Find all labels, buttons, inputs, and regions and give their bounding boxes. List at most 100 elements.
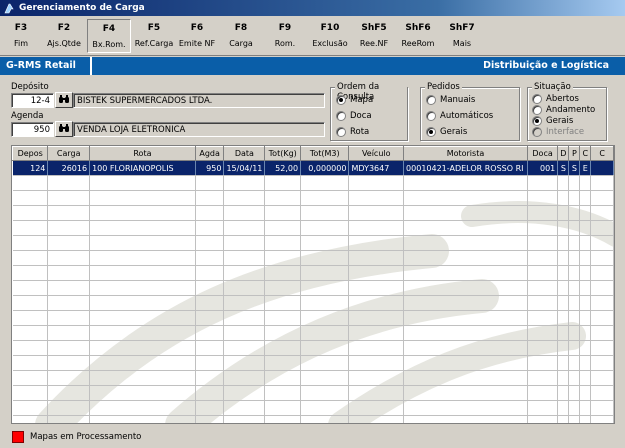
status-bar: Mapas em Processamento [0, 426, 625, 448]
function-key-toolbar: F3 Fim F2 Ajs.Qtde F4 Bx.Rom. F5 Ref.Carga F… [0, 17, 625, 56]
radio-label: Abertos [546, 94, 579, 104]
table-row[interactable] [12, 235, 614, 251]
toolbar-button-fim[interactable]: F3 Fim [0, 19, 42, 53]
table-row[interactable] [12, 400, 614, 416]
table-row[interactable] [12, 265, 614, 281]
column-header-tot-m3[interactable]: Tot(M3) [300, 146, 350, 161]
button-label: Emite NF [178, 39, 216, 48]
key-label: ShF6 [405, 23, 431, 33]
cell-veiculo: MDY3647 [348, 160, 405, 176]
table-row[interactable] [12, 280, 614, 296]
radio-pedidos-gerais[interactable]: Gerais [426, 127, 467, 137]
column-header-rota[interactable]: Rota [89, 146, 196, 161]
column-header-d[interactable]: D [557, 146, 570, 161]
table-row[interactable] [12, 295, 614, 311]
radio-pedidos-manuais[interactable]: Manuais [426, 95, 475, 105]
table-row[interactable] [12, 190, 614, 206]
situacao-group: Situação Abertos Andamento Gerais Interf… [527, 82, 607, 141]
cell-p: S [568, 160, 581, 176]
radio-dot [336, 127, 346, 137]
toolbar-button-carga[interactable]: F8 Carga [220, 19, 262, 53]
radio-situacao-gerais[interactable]: Gerais [532, 116, 573, 126]
column-header-c2[interactable]: C [590, 146, 614, 161]
table-row[interactable] [12, 385, 614, 401]
ordem-consulta-group: Ordem da Consulta Mapa Doca Rota [330, 82, 408, 141]
table-row[interactable] [12, 325, 614, 341]
key-label: F8 [234, 23, 248, 33]
binoculars-icon [58, 123, 70, 135]
button-label: Rom. [274, 39, 296, 48]
cell-tot-m3: 0,000000 [300, 160, 350, 176]
cell-d: S [557, 160, 570, 176]
toolbar-button-bx-rom[interactable]: F4 Bx.Rom. [87, 19, 131, 53]
button-label: Mais [452, 39, 472, 48]
column-header-veiculo[interactable]: Veículo [348, 146, 405, 161]
binoculars-icon [58, 94, 70, 106]
toolbar-button-rom[interactable]: F9 Rom. [264, 19, 306, 53]
table-row[interactable]: 124 26016 100 FLORIANOPOLIS 950 15/04/11… [12, 160, 614, 176]
toolbar-button-mais[interactable]: ShF7 Mais [441, 19, 483, 53]
header-band: G-RMS Retail Distribuição e Logística [0, 57, 625, 75]
window-title: Gerenciamento de Carga [19, 3, 145, 13]
table-row[interactable] [12, 310, 614, 326]
column-header-depos[interactable]: Depos [12, 146, 49, 161]
radio-pedidos-automaticos[interactable]: Automáticos [426, 111, 493, 121]
legend-swatch [12, 431, 24, 443]
radio-dot [336, 111, 346, 121]
table-row[interactable] [12, 340, 614, 356]
toolbar-button-ref-carga[interactable]: F5 Ref.Carga [132, 19, 176, 53]
column-header-p[interactable]: P [568, 146, 581, 161]
grid-header-row: Depos Carga Rota Agda Data Tot(Kg) Tot(M… [12, 146, 614, 161]
radio-ordem-mapa[interactable]: Mapa [336, 95, 373, 105]
column-header-data[interactable]: Data [223, 146, 266, 161]
column-header-motorista[interactable]: Motorista [403, 146, 528, 161]
cell-motorista: 00010421-ADELOR ROSSO RI [403, 160, 528, 176]
radio-label: Manuais [440, 95, 476, 105]
table-row[interactable] [12, 250, 614, 266]
table-row[interactable] [12, 370, 614, 386]
toolbar-button-ajs-qtde[interactable]: F2 Ajs.Qtde [43, 19, 85, 53]
radio-dot [532, 116, 542, 126]
cell-doca: 001 [527, 160, 559, 176]
radio-dot [426, 111, 436, 121]
key-label: F10 [320, 23, 340, 33]
pedidos-group: Pedidos Manuais Automáticos Gerais [420, 82, 520, 141]
radio-label: Doca [350, 111, 372, 121]
deposito-search-button[interactable] [55, 92, 73, 108]
agenda-search-button[interactable] [55, 121, 73, 137]
toolbar-button-emite-nf[interactable]: F6 Emite NF [176, 19, 218, 53]
deposito-code-field[interactable]: 12-4 [11, 93, 54, 108]
column-header-c[interactable]: C [579, 146, 592, 161]
radio-situacao-andamento[interactable]: Andamento [532, 105, 595, 115]
radio-ordem-doca[interactable]: Doca [336, 111, 372, 121]
radio-ordem-rota[interactable]: Rota [336, 127, 369, 137]
cell-data: 15/04/11 [223, 160, 266, 176]
table-row[interactable] [12, 205, 614, 221]
agenda-code-field[interactable]: 950 [11, 122, 54, 137]
column-header-doca[interactable]: Doca [526, 146, 559, 161]
column-header-tot-kg[interactable]: Tot(Kg) [264, 146, 302, 161]
table-row[interactable] [12, 220, 614, 236]
button-label: Carga [229, 39, 253, 48]
toolbar-button-reerom[interactable]: ShF6 ReeRom [397, 19, 439, 53]
column-header-carga[interactable]: Carga [47, 146, 91, 161]
toolbar-button-ree-nf[interactable]: ShF5 Ree.NF [353, 19, 395, 53]
table-row[interactable] [12, 355, 614, 371]
table-row[interactable] [12, 415, 614, 423]
column-header-agda[interactable]: Agda [194, 146, 225, 161]
radio-situacao-abertos[interactable]: Abertos [532, 94, 579, 104]
radio-label: Automáticos [440, 111, 494, 121]
pedidos-title: Pedidos [425, 82, 462, 92]
cell-agda: 950 [195, 160, 225, 176]
toolbar-button-exclusao[interactable]: F10 Exclusão [309, 19, 351, 53]
cell-carga: 26016 [47, 160, 91, 176]
legend-label: Mapas em Processamento [30, 432, 142, 442]
key-label: F6 [190, 23, 204, 33]
mapas-grid[interactable]: Depos Carga Rota Agda Data Tot(Kg) Tot(M… [11, 145, 615, 424]
radio-dot [532, 105, 542, 115]
key-label: F2 [57, 23, 71, 33]
button-label: Ree.NF [359, 39, 389, 48]
product-name: G-RMS Retail [0, 57, 92, 75]
cell-c2 [590, 160, 614, 176]
table-row[interactable] [12, 175, 614, 191]
